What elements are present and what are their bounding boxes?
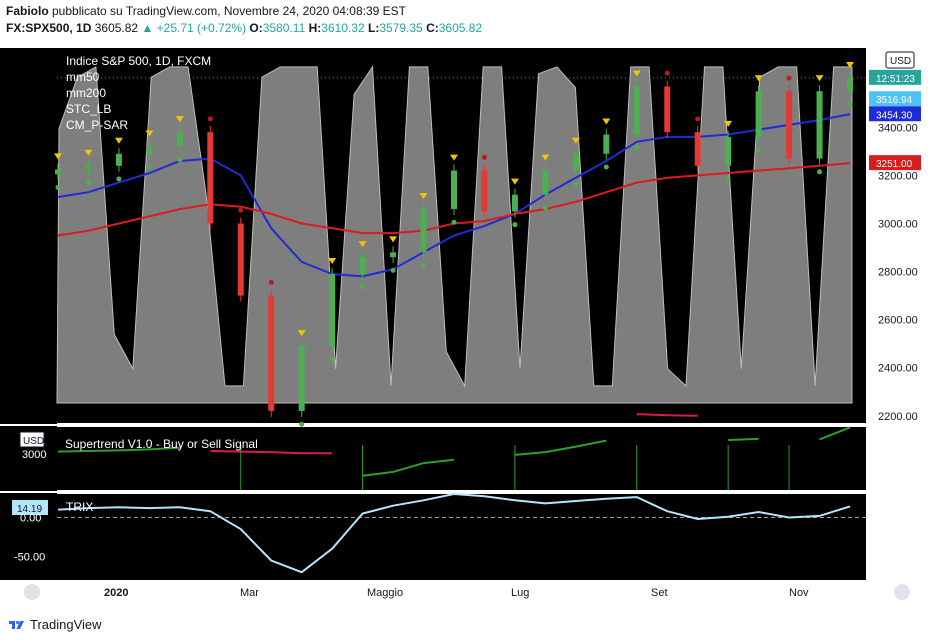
candle-body bbox=[390, 252, 397, 258]
trix-tick-label: -50.00 bbox=[14, 552, 45, 564]
candle-body bbox=[847, 78, 853, 92]
candle-body bbox=[176, 132, 183, 147]
chart-title: Indice S&P 500, 1D, FXCM bbox=[66, 54, 211, 68]
footer-brand: TradingView bbox=[30, 617, 102, 632]
supertrend-up-line bbox=[728, 437, 759, 441]
sar-point bbox=[817, 169, 823, 175]
chart-canvas[interactable]: 3400.00 3200.00 3000.00 2800.00 2600.00 2400.… bbox=[0, 0, 936, 643]
sar-point bbox=[177, 157, 183, 163]
legend-item-stc_lb: STC_LB bbox=[66, 102, 111, 116]
price-tick-label: 3200.00 bbox=[878, 170, 918, 182]
candle-body bbox=[664, 86, 671, 133]
legend-item-cm_p-sar: CM_P-SAR bbox=[66, 118, 128, 132]
price-flag-label: 12:51:23 bbox=[876, 74, 915, 85]
sar-point bbox=[238, 207, 244, 213]
supertrend-title: Supertrend V1.0 - Buy or Sell Signal bbox=[65, 437, 258, 451]
candle-body bbox=[146, 146, 153, 154]
sar-point bbox=[725, 176, 731, 182]
legend-item-mm50: mm50 bbox=[66, 70, 100, 84]
sar-point bbox=[85, 180, 91, 186]
price-tick-label: 2400.00 bbox=[878, 363, 918, 375]
sar-point bbox=[847, 101, 853, 107]
price-tick-label: 2200.00 bbox=[878, 411, 918, 423]
candle-body bbox=[755, 91, 762, 137]
tradingview-logo-icon bbox=[9, 620, 24, 629]
price-flag-label: 3251.00 bbox=[876, 159, 913, 170]
candle-body bbox=[481, 170, 488, 212]
sar-point bbox=[116, 176, 122, 182]
candle-body bbox=[207, 132, 214, 224]
sar-point bbox=[481, 154, 487, 160]
sar-point bbox=[299, 421, 305, 427]
sar-point bbox=[756, 147, 762, 153]
sar-point bbox=[451, 219, 457, 225]
sar-point bbox=[695, 116, 701, 122]
supertrend-tick-label: 3000 bbox=[22, 449, 46, 461]
sar-point bbox=[268, 279, 274, 285]
candle-body bbox=[237, 223, 244, 296]
sar-point bbox=[421, 263, 427, 269]
sar-point bbox=[390, 267, 396, 273]
candle-body bbox=[725, 136, 732, 166]
price-flag-label: 3454.30 bbox=[876, 110, 913, 121]
candle-body bbox=[694, 132, 701, 166]
sar-point bbox=[664, 70, 670, 76]
candle-body bbox=[85, 165, 92, 170]
sar-point bbox=[603, 164, 609, 170]
price-tick-label: 3400.00 bbox=[878, 122, 918, 134]
time-tick-label: Nov bbox=[789, 587, 809, 599]
time-tick-label: Set bbox=[651, 587, 668, 599]
time-tick-label: 2020 bbox=[104, 587, 128, 599]
sar-point bbox=[573, 181, 579, 187]
supertrend-unit-label: USD bbox=[23, 436, 44, 447]
price-tick-label: 2600.00 bbox=[878, 315, 918, 327]
time-tick-label: Mar bbox=[240, 587, 259, 599]
sar-point bbox=[55, 184, 61, 190]
sar-point bbox=[542, 205, 548, 211]
candle-body bbox=[572, 153, 579, 171]
footer: TradingView bbox=[8, 617, 102, 632]
candle-body bbox=[603, 134, 610, 154]
sar-point bbox=[207, 116, 213, 122]
price-tick-label: 3000.00 bbox=[878, 218, 918, 230]
candle-body bbox=[359, 257, 366, 274]
candle-body bbox=[451, 170, 457, 210]
trix-title: TRIX bbox=[66, 500, 93, 514]
price-tick-label: 2800.00 bbox=[878, 267, 918, 279]
candle-body bbox=[542, 170, 549, 195]
auto-scale-button[interactable] bbox=[894, 584, 910, 600]
candle-body bbox=[816, 91, 823, 159]
trix-tick-label: 0.00 bbox=[20, 512, 41, 524]
sar-point bbox=[360, 284, 366, 290]
currency-label: USD bbox=[890, 56, 911, 67]
time-tick-label: Maggio bbox=[367, 587, 403, 599]
candle-body bbox=[420, 209, 427, 253]
candle-body bbox=[511, 194, 518, 212]
time-tick-label: Lug bbox=[511, 587, 529, 599]
sar-point bbox=[146, 164, 152, 170]
candle-body bbox=[633, 86, 640, 135]
sar-point bbox=[512, 222, 518, 228]
zoom-button[interactable] bbox=[24, 584, 40, 600]
candle-body bbox=[55, 169, 61, 175]
candle-body bbox=[329, 273, 336, 347]
candle-body bbox=[115, 153, 122, 166]
legend-item-mm200: mm200 bbox=[66, 86, 106, 100]
sar-point bbox=[329, 356, 335, 362]
candle-body bbox=[268, 295, 275, 411]
sar-point bbox=[634, 145, 640, 151]
price-flag-label: 3516.94 bbox=[876, 95, 913, 106]
candle-body bbox=[298, 346, 305, 411]
candle-body bbox=[786, 91, 793, 159]
